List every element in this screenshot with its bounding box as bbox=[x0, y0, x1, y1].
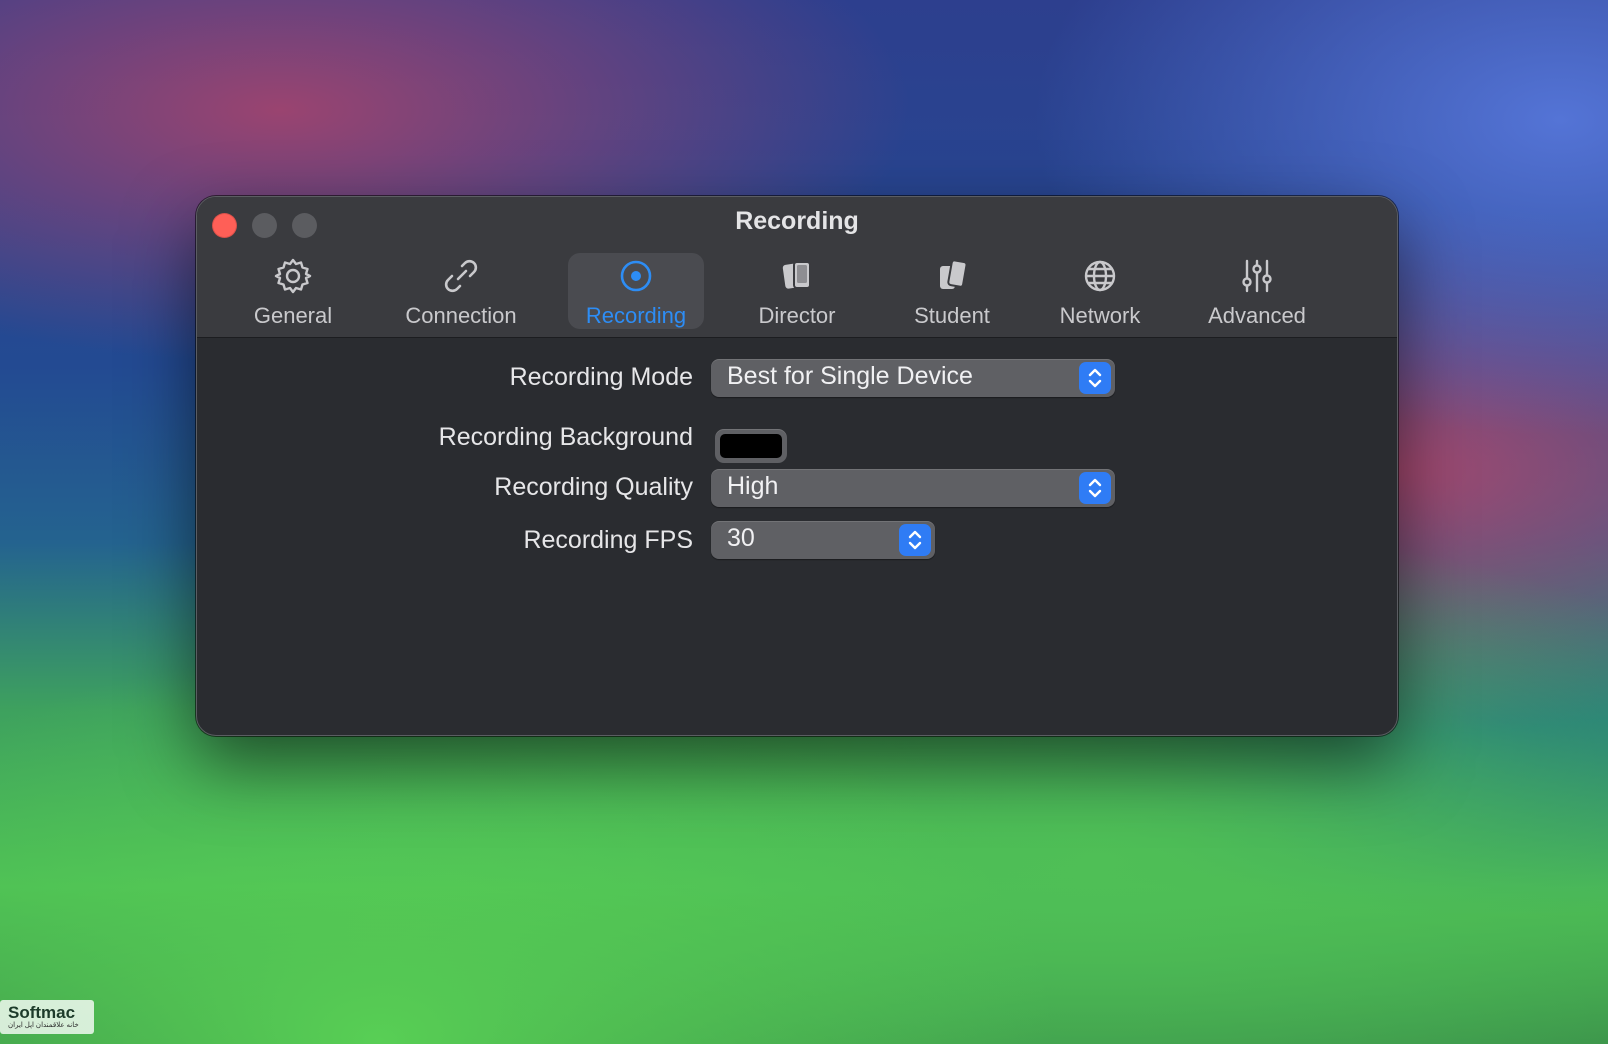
watermark-brand: Softmac bbox=[8, 1003, 76, 1022]
window-title: Recording bbox=[735, 207, 859, 235]
chevron-updown-icon bbox=[1079, 472, 1111, 504]
tab-label: Director bbox=[758, 303, 836, 328]
color-swatch bbox=[720, 434, 782, 458]
recording-mode-popup[interactable]: Best for Single Device bbox=[711, 359, 1115, 397]
preferences-window: Recording General Connection Recording D… bbox=[196, 196, 1398, 736]
recording-mode-value: Best for Single Device bbox=[727, 362, 973, 390]
student-cards-icon bbox=[940, 259, 968, 289]
recording-quality-popup[interactable]: High bbox=[711, 469, 1115, 507]
sliders-icon bbox=[1242, 259, 1272, 293]
recording-fps-value: 30 bbox=[727, 524, 755, 552]
tab-label: Connection bbox=[405, 303, 517, 328]
gear-icon bbox=[274, 258, 312, 294]
tab-director[interactable]: Director bbox=[742, 253, 852, 329]
director-cards-icon bbox=[782, 261, 811, 289]
globe-icon bbox=[1084, 260, 1116, 292]
recording-background-color-well[interactable] bbox=[715, 429, 787, 463]
recording-quality-value: High bbox=[727, 472, 779, 500]
record-icon bbox=[620, 260, 652, 292]
link-icon bbox=[444, 259, 478, 293]
recording-background-label: Recording Background bbox=[438, 423, 693, 451]
toolbar: Recording General Connection Recording D… bbox=[197, 197, 1397, 338]
recording-fps-label: Recording FPS bbox=[523, 526, 693, 554]
recording-quality-label: Recording Quality bbox=[494, 473, 693, 501]
tab-network[interactable]: Network bbox=[1045, 253, 1155, 329]
recording-mode-label: Recording Mode bbox=[509, 363, 693, 391]
tab-recording[interactable]: Recording bbox=[568, 253, 704, 329]
recording-fps-popup[interactable]: 30 bbox=[711, 521, 935, 559]
chevron-updown-icon bbox=[899, 524, 931, 556]
tab-label: Student bbox=[914, 303, 990, 328]
tab-label: General bbox=[253, 303, 333, 328]
tab-label: Network bbox=[1059, 303, 1141, 328]
tab-label: Advanced bbox=[1208, 303, 1306, 328]
tab-connection[interactable]: Connection bbox=[391, 253, 531, 329]
watermark-tagline: خانه علاقمندان اپل ایران bbox=[8, 1022, 79, 1029]
tab-advanced[interactable]: Advanced bbox=[1197, 253, 1317, 329]
tab-student[interactable]: Student bbox=[897, 253, 1007, 329]
chevron-updown-icon bbox=[1079, 362, 1111, 394]
tab-general[interactable]: General bbox=[233, 253, 353, 329]
tab-label: Recording bbox=[585, 303, 687, 328]
softmac-watermark: Softmac خانه علاقمندان اپل ایران bbox=[0, 1000, 94, 1034]
